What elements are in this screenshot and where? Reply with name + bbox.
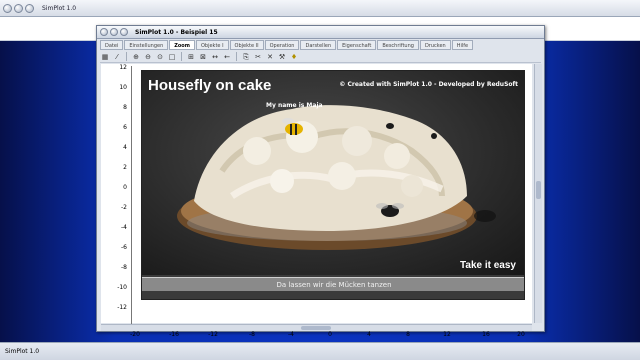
document-titlebar: SimPlot 1.0 - Beispiel 15 [97, 26, 544, 39]
statusbar-text: SimPlot 1.0 [5, 348, 40, 355]
image-bubble-text: My name is Maja [266, 102, 323, 109]
app-statusbar: SimPlot 1.0 [0, 342, 640, 360]
x-tick-label: 16 [482, 331, 490, 338]
x-tick-label: -16 [169, 331, 179, 338]
help-bulb-icon[interactable]: ♦ [289, 52, 299, 62]
minimize-button[interactable] [14, 3, 23, 13]
horizontal-scroll-thumb[interactable] [301, 326, 331, 330]
y-tick-label: 2 [123, 164, 127, 171]
y-tick-label: -4 [121, 224, 127, 231]
document-minimize-button[interactable] [110, 28, 118, 36]
image-title: Housefly on cake [148, 77, 272, 94]
y-tick-label: 0 [123, 184, 127, 191]
y-tick-label: -10 [117, 284, 127, 291]
vertical-scrollbar[interactable] [534, 64, 542, 323]
tab-operation[interactable]: Operation [264, 40, 300, 50]
y-tick-label: -6 [121, 244, 127, 251]
image-corner-text: Take it easy [460, 260, 516, 271]
embedded-image[interactable]: Housefly on cake © Created with SimPlot … [141, 70, 525, 300]
document-title: SimPlot 1.0 - Beispiel 15 [135, 28, 218, 36]
zoom-fit-icon[interactable]: ⊙ [155, 52, 165, 62]
x-tick-label: -12 [208, 331, 218, 338]
system-menu-button[interactable] [3, 3, 12, 13]
toolbar-separator [181, 52, 182, 61]
calculator-icon[interactable]: ▦ [100, 52, 110, 62]
document-window: SimPlot 1.0 - Beispiel 15 Datei Einstell… [96, 25, 545, 338]
y-tick-label: 6 [123, 124, 127, 131]
tab-einstellungen[interactable]: Einstellungen [124, 40, 169, 50]
y-tick-label: -8 [121, 264, 127, 271]
tab-beschriftung[interactable]: Beschriftung [377, 40, 419, 50]
tab-drucken[interactable]: Drucken [419, 40, 451, 50]
x-tick-label: -20 [130, 331, 140, 338]
app-title: SimPlot 1.0 [42, 4, 77, 12]
plot-canvas[interactable]: 12 10 8 6 4 2 0 -2 -4 -6 -8 -10 -12 -20 … [101, 64, 532, 338]
zoom-toolbar: ▦ ⁄ ⊕ ⊖ ⊙ □ ⊞ ⊠ ↔ ← ⎘ ✂ ✕ ⚒ ♦ [100, 51, 541, 63]
x-tick-label: 0 [328, 331, 332, 338]
cake-photo [142, 71, 524, 275]
x-tick-label: 4 [367, 331, 371, 338]
x-tick-label: 8 [406, 331, 410, 338]
menu-tabs: Datei Einstellungen Zoom Objekte I Objek… [100, 40, 474, 50]
x-tick-label: -8 [249, 331, 255, 338]
y-axis-line [131, 66, 132, 324]
arrow-left-icon[interactable]: ← [222, 52, 232, 62]
zoom-in-icon[interactable]: ⊕ [131, 52, 141, 62]
document-maximize-button[interactable] [120, 28, 128, 36]
tools-icon[interactable]: ⚒ [277, 52, 287, 62]
tab-objekte-2[interactable]: Objekte II [229, 40, 264, 50]
x-tick-label: 12 [443, 331, 451, 338]
abs-icon[interactable]: ⁄ [112, 52, 122, 62]
y-tick-label: 8 [123, 104, 127, 111]
image-credit: © Created with SimPlot 1.0 - Developed b… [339, 81, 518, 88]
vertical-scroll-thumb[interactable] [536, 181, 541, 199]
square-icon[interactable]: □ [167, 52, 177, 62]
copy-icon[interactable]: ⎘ [241, 52, 251, 62]
toolbar-separator [236, 52, 237, 61]
delete-icon[interactable]: ✕ [265, 52, 275, 62]
horizontal-scrollbar[interactable] [101, 324, 532, 331]
grid-alt-icon[interactable]: ⊠ [198, 52, 208, 62]
y-tick-label: 4 [123, 144, 127, 151]
cut-icon[interactable]: ✂ [253, 52, 263, 62]
tab-eigenschaft[interactable]: Eigenschaft [337, 40, 377, 50]
y-tick-label: -2 [121, 204, 127, 211]
x-tick-label: -4 [288, 331, 294, 338]
maximize-button[interactable] [25, 3, 34, 13]
tab-objekte-1[interactable]: Objekte I [195, 40, 229, 50]
x-tick-label: 20 [517, 331, 525, 338]
tab-datei[interactable]: Datei [100, 40, 124, 50]
tab-hilfe[interactable]: Hilfe [451, 40, 474, 50]
arrow-left-right-icon[interactable]: ↔ [210, 52, 220, 62]
image-caption: Da lassen wir die Mücken tanzen [142, 277, 524, 291]
y-tick-label: 10 [119, 84, 127, 91]
tab-zoom[interactable]: Zoom [169, 40, 195, 50]
tab-darstellen[interactable]: Darstellen [300, 40, 337, 50]
y-tick-label: 12 [119, 64, 127, 71]
zoom-out-icon[interactable]: ⊖ [143, 52, 153, 62]
document-close-button[interactable] [100, 28, 108, 36]
toolbar-separator [126, 52, 127, 61]
app-titlebar: SimPlot 1.0 [0, 0, 640, 17]
grid-icon[interactable]: ⊞ [186, 52, 196, 62]
y-tick-label: -12 [117, 304, 127, 311]
cake-illustration [177, 105, 496, 250]
